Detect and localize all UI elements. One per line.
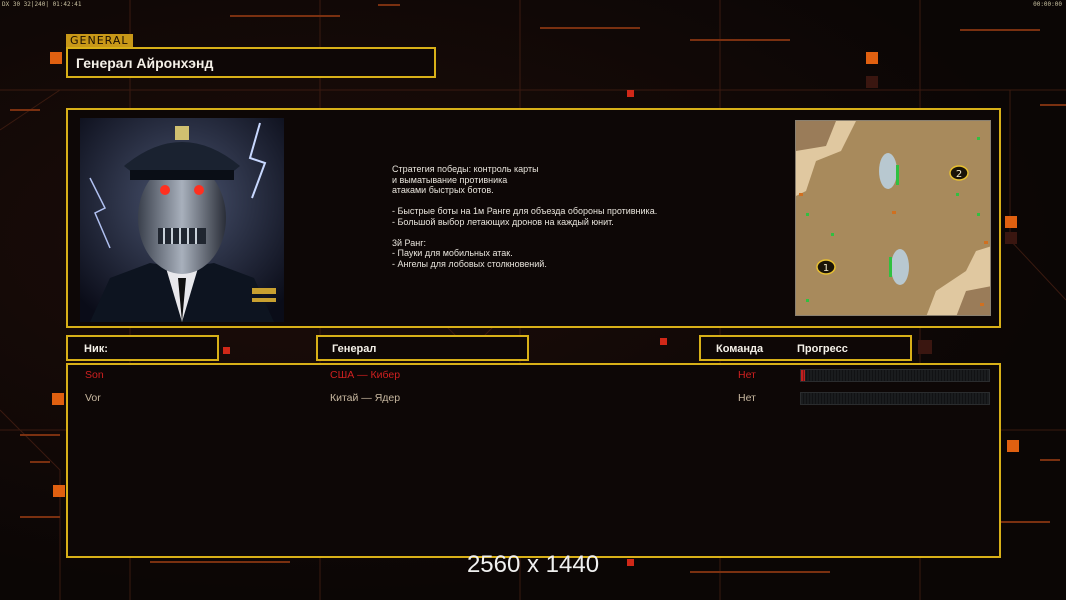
- player-team[interactable]: Нет: [738, 392, 756, 404]
- deco-square: [1005, 232, 1017, 244]
- portrait-icon: [80, 118, 284, 322]
- deco-square: [52, 393, 64, 405]
- spawn-2-label: 2: [956, 169, 962, 180]
- column-header-team-progress: Команда Прогресс: [699, 335, 912, 361]
- deco-square: [1007, 440, 1019, 452]
- player-row[interactable]: Vor Китай — Ядер Нет: [68, 390, 999, 410]
- player-list: Son США — Кибер Нет Vor Китай — Ядер Нет: [66, 363, 1001, 558]
- deco-square: [866, 52, 878, 64]
- deco-square: [53, 485, 65, 497]
- player-nick: Vor: [85, 392, 101, 404]
- clock: 00:00:00: [1033, 1, 1062, 8]
- spawn-1-label: 1: [823, 263, 829, 274]
- player-team[interactable]: Нет: [738, 369, 756, 381]
- player-row[interactable]: Son США — Кибер Нет: [68, 367, 999, 387]
- general-tag: GENERAL: [66, 34, 133, 48]
- cyborg-general-portrait: [80, 118, 284, 322]
- deco-square: [50, 52, 62, 64]
- column-team-label: Команда: [716, 343, 764, 355]
- map-icon: 2 1: [796, 121, 990, 315]
- player-general[interactable]: Китай — Ядер: [330, 392, 400, 404]
- deco-square: [223, 347, 230, 354]
- title-box: Генерал Айронхэнд: [66, 47, 436, 78]
- deco-square: [866, 76, 878, 88]
- minimap[interactable]: 2 1: [795, 120, 991, 316]
- strategy-description: Стратегия победы: контроль карты и вымат…: [392, 164, 658, 269]
- general-name: Генерал Айронхэнд: [76, 55, 214, 71]
- column-header-nick: Ник:: [66, 335, 219, 361]
- player-progress-bar: [800, 369, 990, 382]
- column-nick-label: Ник:: [84, 343, 108, 355]
- general-info-panel: Стратегия победы: контроль карты и вымат…: [66, 108, 1001, 328]
- resolution-label: 2560 x 1440: [466, 551, 600, 578]
- player-progress-bar: [800, 392, 990, 405]
- deco-square: [627, 90, 634, 97]
- column-header-general: Генерал: [316, 335, 529, 361]
- player-nick: Son: [85, 369, 104, 381]
- deco-square: [1005, 216, 1017, 228]
- deco-square: [660, 338, 667, 345]
- player-general[interactable]: США — Кибер: [330, 369, 400, 381]
- deco-square: [918, 340, 932, 354]
- fps-counter: DX 30 32|240| 01:42:41: [2, 1, 82, 8]
- column-general-label: Генерал: [332, 343, 377, 355]
- column-progress-label: Прогресс: [797, 343, 848, 355]
